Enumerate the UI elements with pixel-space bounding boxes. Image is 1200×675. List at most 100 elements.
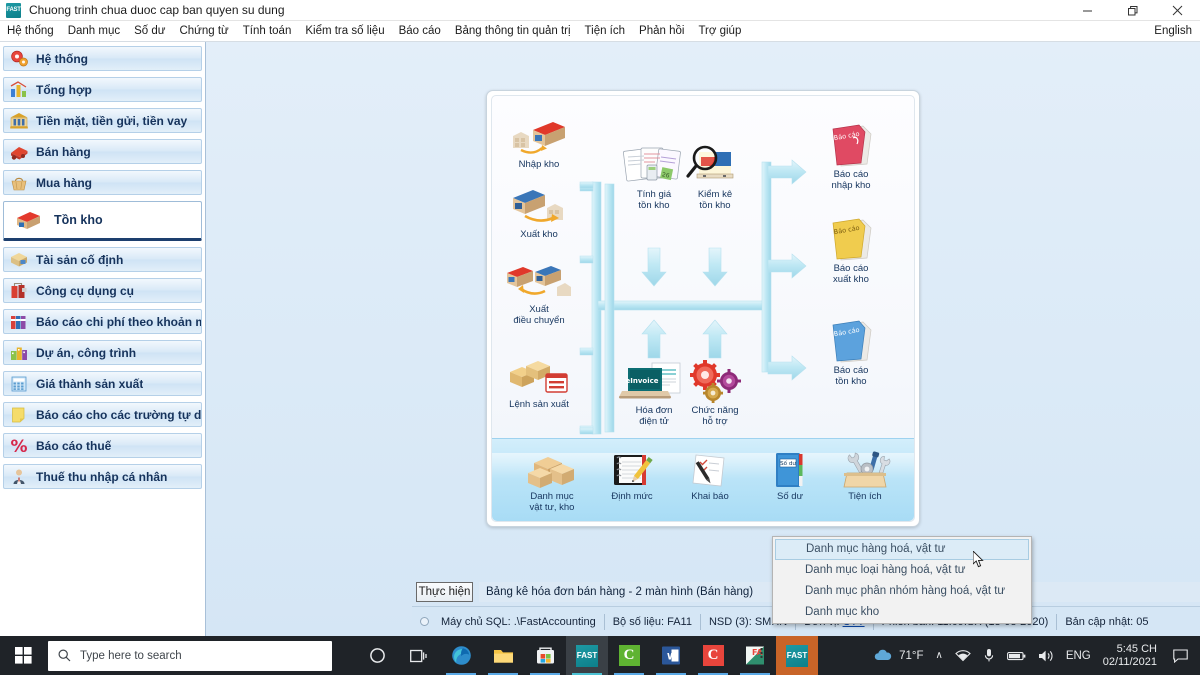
context-menu-item-danh-muc-phan-nhom-hang-hoa-vat-tu[interactable]: Danh mục phân nhóm hàng hoá, vật tư [773,581,1031,602]
node-chuc-nang-ho-tro[interactable]: Chức năng hỗ trợ [672,360,758,427]
edge-icon[interactable] [440,636,482,675]
fast-app-icon[interactable]: FAST [566,636,608,675]
menu-danh-muc[interactable]: Danh mục [61,23,127,39]
percent-icon: % [9,436,29,455]
menu-bao-cao[interactable]: Báo cáo [392,23,448,39]
node-kiem-ke-ton-kho[interactable]: Kiểm kê tồn kho [672,144,758,211]
battery-icon[interactable] [1001,650,1032,662]
notification-icon[interactable] [1167,649,1200,663]
show-hidden-icons-button[interactable]: ∧ [930,650,949,661]
node-nhap-kho[interactable]: Nhập kho [496,114,582,170]
search-input[interactable]: Type here to search [48,641,332,671]
node-label: Tiện ích [825,491,905,502]
menu-chung-tu[interactable]: Chứng từ [172,23,235,39]
menu-so-du[interactable]: Số dư [127,23,172,39]
sidebar-item-label: Tiền mặt, tiền gửi, tiền vay [36,114,187,128]
window-title: Chuong trinh chua duoc cap ban quyen su … [29,3,285,17]
menu-tinh-toan[interactable]: Tính toán [236,23,299,39]
sidebar-item-cong-cu-dung-cu[interactable]: Công cụ dụng cụ [3,278,202,303]
windows-taskbar: Type here to search [0,636,1200,675]
sidebar-item-bao-cao-chi-phi[interactable]: Báo cáo chi phí theo khoản mục [3,309,202,334]
c-green-glyph: C [619,645,640,666]
production-order-icon [496,354,582,398]
context-menu-danh-muc[interactable]: Danh mục hàng hoá, vật tư Danh mục loại … [772,536,1032,624]
sidebar-item-gia-thanh-san-xuat[interactable]: Giá thành sản xuất [3,371,202,396]
sidebar-item-ton-kho[interactable]: Tồn kho [3,201,202,241]
minimize-button[interactable] [1065,0,1110,21]
menu-bang-thong-tin-quan-tri[interactable]: Bảng thông tin quản trị [448,23,578,39]
weather-temperature: 71°F [899,650,923,662]
node-bao-cao-ton-kho[interactable]: Báo cáo Báo cáo tồn kho [808,320,894,387]
bank-icon [9,111,29,130]
node-xuat-dieu-chuyen[interactable]: Xuất điều chuyển [496,259,582,326]
node-xuat-kho[interactable]: Xuất kho [496,184,582,240]
clock[interactable]: 5:45 CH 02/11/2021 [1097,643,1167,669]
node-bao-cao-xuat-kho[interactable]: Báo cáo Báo cáo xuất kho [808,218,894,285]
c-red-app-icon[interactable]: C [692,636,734,675]
word-icon[interactable]: W [650,636,692,675]
menu-tro-giup[interactable]: Trợ giúp [691,23,748,39]
c-green-app-icon[interactable]: C [608,636,650,675]
node-label: Báo cáo xuất kho [808,263,894,285]
task-view-icon[interactable] [398,636,440,675]
sidebar-item-label: Bán hàng [36,145,91,159]
clock-date: 02/11/2021 [1103,656,1157,669]
sidebar-item-bao-cao-thue[interactable]: % Báo cáo thuế [3,433,202,458]
node-danh-muc-vat-tu-kho[interactable]: Danh mục vật tư, kho [512,449,592,513]
sidebar-item-tien-mat[interactable]: Tiền mặt, tiền gửi, tiền vay [3,108,202,133]
menu-phan-hoi[interactable]: Phản hồi [632,23,691,39]
fa-video-icon[interactable]: FA [734,636,776,675]
node-khai-bao[interactable]: Khai báo [670,449,750,502]
bottom-toolbar-strip: Danh mục vật tư, kho [492,438,914,521]
context-menu-item-danh-muc-hang-hoa-vat-tu[interactable]: Danh mục hàng hoá, vật tư [775,539,1029,560]
restore-button[interactable] [1110,0,1155,21]
node-so-du[interactable]: Số dư Số dư [750,449,830,502]
close-button[interactable] [1155,0,1200,21]
fast-active-icon[interactable]: FAST [776,636,818,675]
node-dinh-muc[interactable]: Định mức [592,449,672,502]
weather-widget[interactable]: 71°F [867,648,929,663]
node-label: Lệnh sản xuất [496,399,582,410]
input-language-indicator[interactable]: ENG [1060,650,1097,662]
sidebar-item-mua-hang[interactable]: Mua hàng [3,170,202,195]
menu-tien-ich[interactable]: Tiện ích [578,23,632,39]
sidebar-item-he-thong[interactable]: Hệ thống [3,46,202,71]
file-explorer-icon[interactable] [482,636,524,675]
execute-button[interactable]: Thực hiện [416,582,473,602]
clock-time: 5:45 CH [1103,643,1157,656]
volume-icon[interactable] [1032,649,1060,663]
sidebar-item-label: Tồn kho [54,213,103,227]
sidebar-item-label: Mua hàng [36,176,92,190]
node-label: Định mức [592,491,672,502]
menu-kiem-tra-so-lieu[interactable]: Kiểm tra số liệu [298,23,391,39]
microsoft-store-icon[interactable] [524,636,566,675]
sidebar-item-label: Hệ thống [36,52,88,66]
sidebar-item-label: Tổng hợp [36,83,92,97]
menu-he-thong[interactable]: Hệ thống [0,23,61,39]
start-button[interactable] [0,636,46,675]
language-switch[interactable]: English [1154,25,1192,37]
node-label: Khai báo [670,491,750,502]
context-menu-item-danh-muc-loai-hang-hoa-vat-tu[interactable]: Danh mục loại hàng hoá, vật tư [773,560,1031,581]
node-bao-cao-nhap-kho[interactable]: Báo cáo Báo cáo nhập kho [808,124,894,191]
mic-icon[interactable] [977,648,1001,663]
sidebar-item-ban-hang[interactable]: Bán hàng [3,139,202,164]
bar-chart-icon [9,80,29,99]
node-lenh-san-xuat[interactable]: Lệnh sản xuất [496,354,582,410]
context-menu-item-danh-muc-kho[interactable]: Danh mục kho [773,602,1031,623]
report-red-icon: Báo cáo [808,124,894,168]
sidebar-item-du-an-cong-trinh[interactable]: Dự án, công trình [3,340,202,365]
wifi-icon[interactable] [949,649,977,662]
sidebar-item-thue-thu-nhap-ca-nhan[interactable]: Thuế thu nhập cá nhân [3,464,202,489]
node-label: Chức năng hỗ trợ [672,405,758,427]
sidebar-item-tong-hop[interactable]: Tổng hợp [3,77,202,102]
sidebar-item-label: Báo cáo chi phí theo khoản mục [36,315,201,329]
calculator-icon [9,374,29,393]
sidebar-item-bao-cao-truong-tu-do[interactable]: Báo cáo cho các trường tự do [3,402,202,427]
fast-logo-glyph: FAST [576,645,598,667]
sidebar-item-label: Báo cáo cho các trường tự do [36,408,201,422]
cortana-icon[interactable] [356,636,398,675]
declaration-form-icon [670,449,750,491]
node-tien-ich[interactable]: Tiện ích [825,449,905,502]
sidebar-item-tai-san-co-dinh[interactable]: Tài sản cố định [3,247,202,272]
